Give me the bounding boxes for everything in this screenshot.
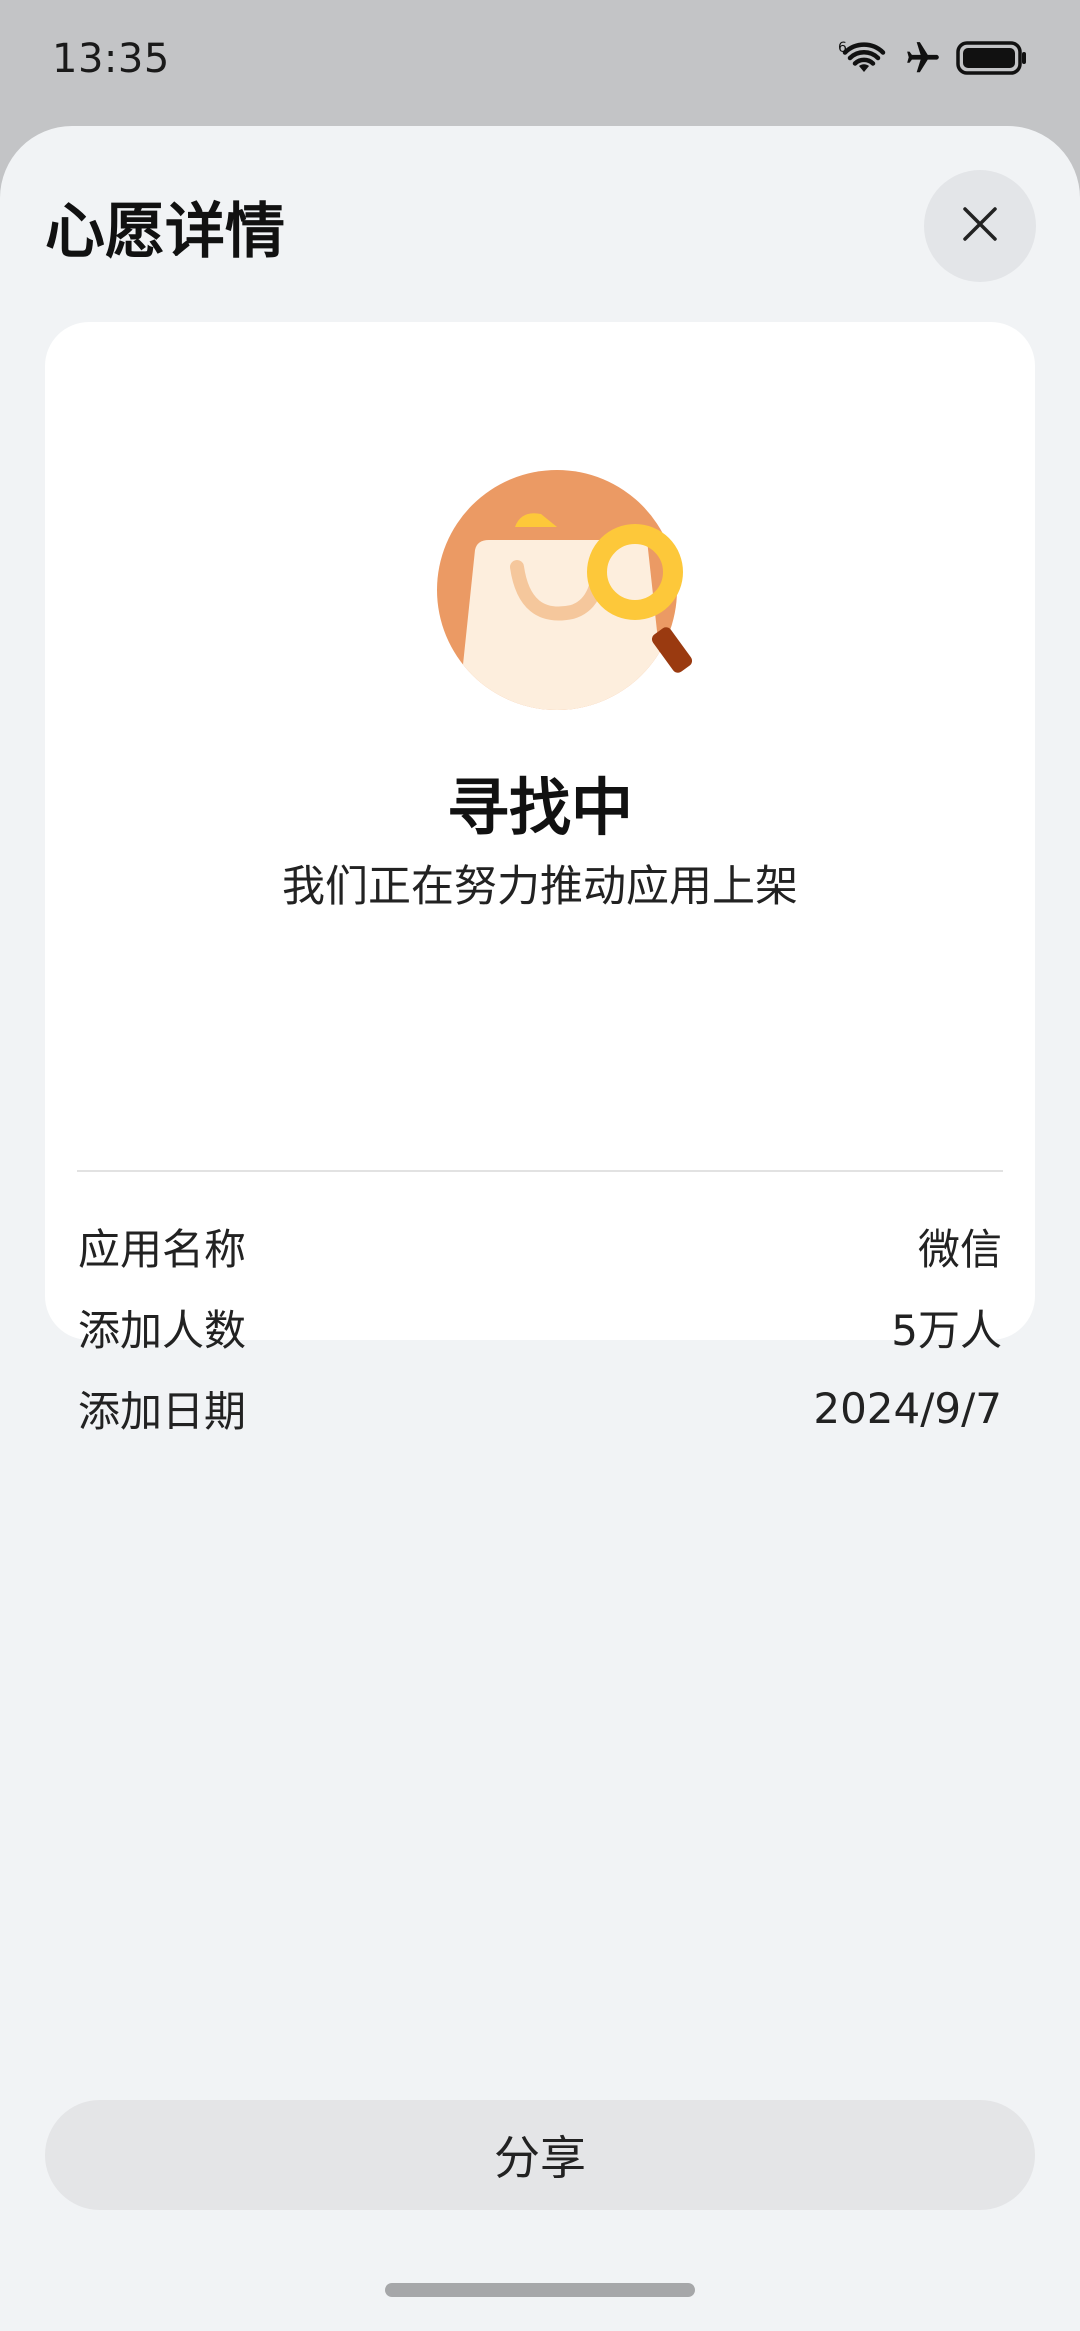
close-button[interactable] [924, 170, 1036, 282]
detail-row-app-name: 应用名称 微信 [78, 1206, 1002, 1287]
status-description: 我们正在努力推动应用上架 [282, 862, 798, 912]
detail-label: 应用名称 [78, 1225, 247, 1274]
status-icons: 6 [838, 38, 1028, 82]
status-time: 13:35 [52, 36, 170, 82]
details-list: 应用名称 微信 添加人数 5万人 添加日期 2024/9/7 [78, 1206, 1002, 1449]
detail-label: 添加日期 [78, 1387, 247, 1436]
airplane-icon [904, 39, 942, 81]
detail-value: 微信 [917, 1225, 1002, 1274]
detail-row-added-date: 添加日期 2024/9/7 [78, 1368, 1002, 1449]
close-icon [960, 204, 1000, 248]
share-button[interactable]: 分享 [45, 2100, 1035, 2210]
page-title: 心愿详情 [45, 197, 285, 267]
wish-status-card: 寻找中 我们正在努力推动应用上架 应用名称 微信 添加人数 5万人 添加日期 2… [45, 322, 1035, 1436]
detail-value: 5万人 [891, 1306, 1002, 1355]
detail-label: 添加人数 [78, 1306, 247, 1355]
status-heading: 寻找中 [446, 771, 633, 844]
shopping-bag-search-icon [437, 462, 737, 722]
home-indicator[interactable] [385, 2283, 695, 2297]
detail-row-added-count: 添加人数 5万人 [78, 1287, 1002, 1368]
wifi-icon: 6 [838, 38, 890, 82]
detail-value: 2024/9/7 [813, 1384, 1002, 1433]
status-bar: 13:35 6 [0, 0, 1080, 126]
wish-detail-sheet: 心愿详情 寻找中 我们正在努力推动应用上架 应用名称 微信 添加人数 5万人 添… [0, 126, 1080, 2331]
battery-icon [956, 40, 1028, 80]
divider [77, 1170, 1003, 1172]
